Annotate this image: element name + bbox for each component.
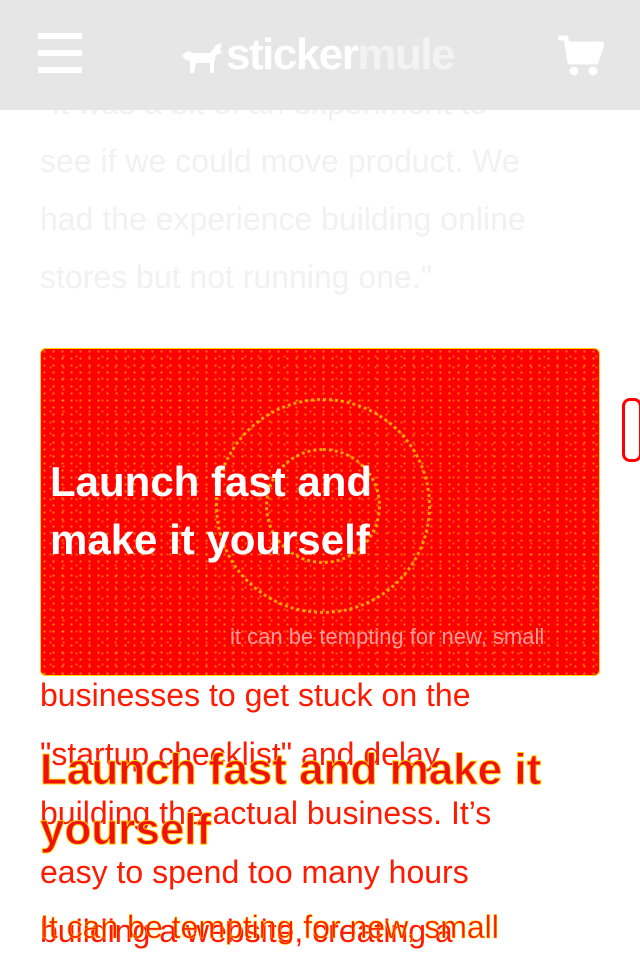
body-line: businesses to get stuck on the xyxy=(40,677,471,713)
hero-title-line: Launch fast and xyxy=(50,458,373,505)
quote-line: stores but not running one." xyxy=(40,259,433,295)
site-header: stickermule xyxy=(0,0,640,110)
section-heading: Launch fast and make it yourself xyxy=(40,745,542,855)
mule-logo-icon xyxy=(182,43,222,73)
hero-title-line: make it yourself xyxy=(50,516,370,563)
section-lead: It can be tempting for new, small xyxy=(40,909,499,946)
hamburger-menu-icon[interactable] xyxy=(38,33,82,73)
brand-logo[interactable]: stickermule xyxy=(180,30,456,80)
brand-name-secondary: mule xyxy=(357,30,455,79)
hero-image: Launch fast and make it yourself it can … xyxy=(40,348,600,676)
brand-name-primary: sticker xyxy=(226,30,359,79)
hero-overlay-text: Launch fast and make it yourself xyxy=(40,453,600,569)
quote-line: see if we could move product. We xyxy=(40,143,520,179)
scrollbar-handle[interactable] xyxy=(622,398,640,462)
hero-caption: it can be tempting for new, small xyxy=(230,624,545,649)
shopping-cart-icon[interactable] xyxy=(556,34,604,78)
quote-line: had the experience building online xyxy=(40,201,526,237)
